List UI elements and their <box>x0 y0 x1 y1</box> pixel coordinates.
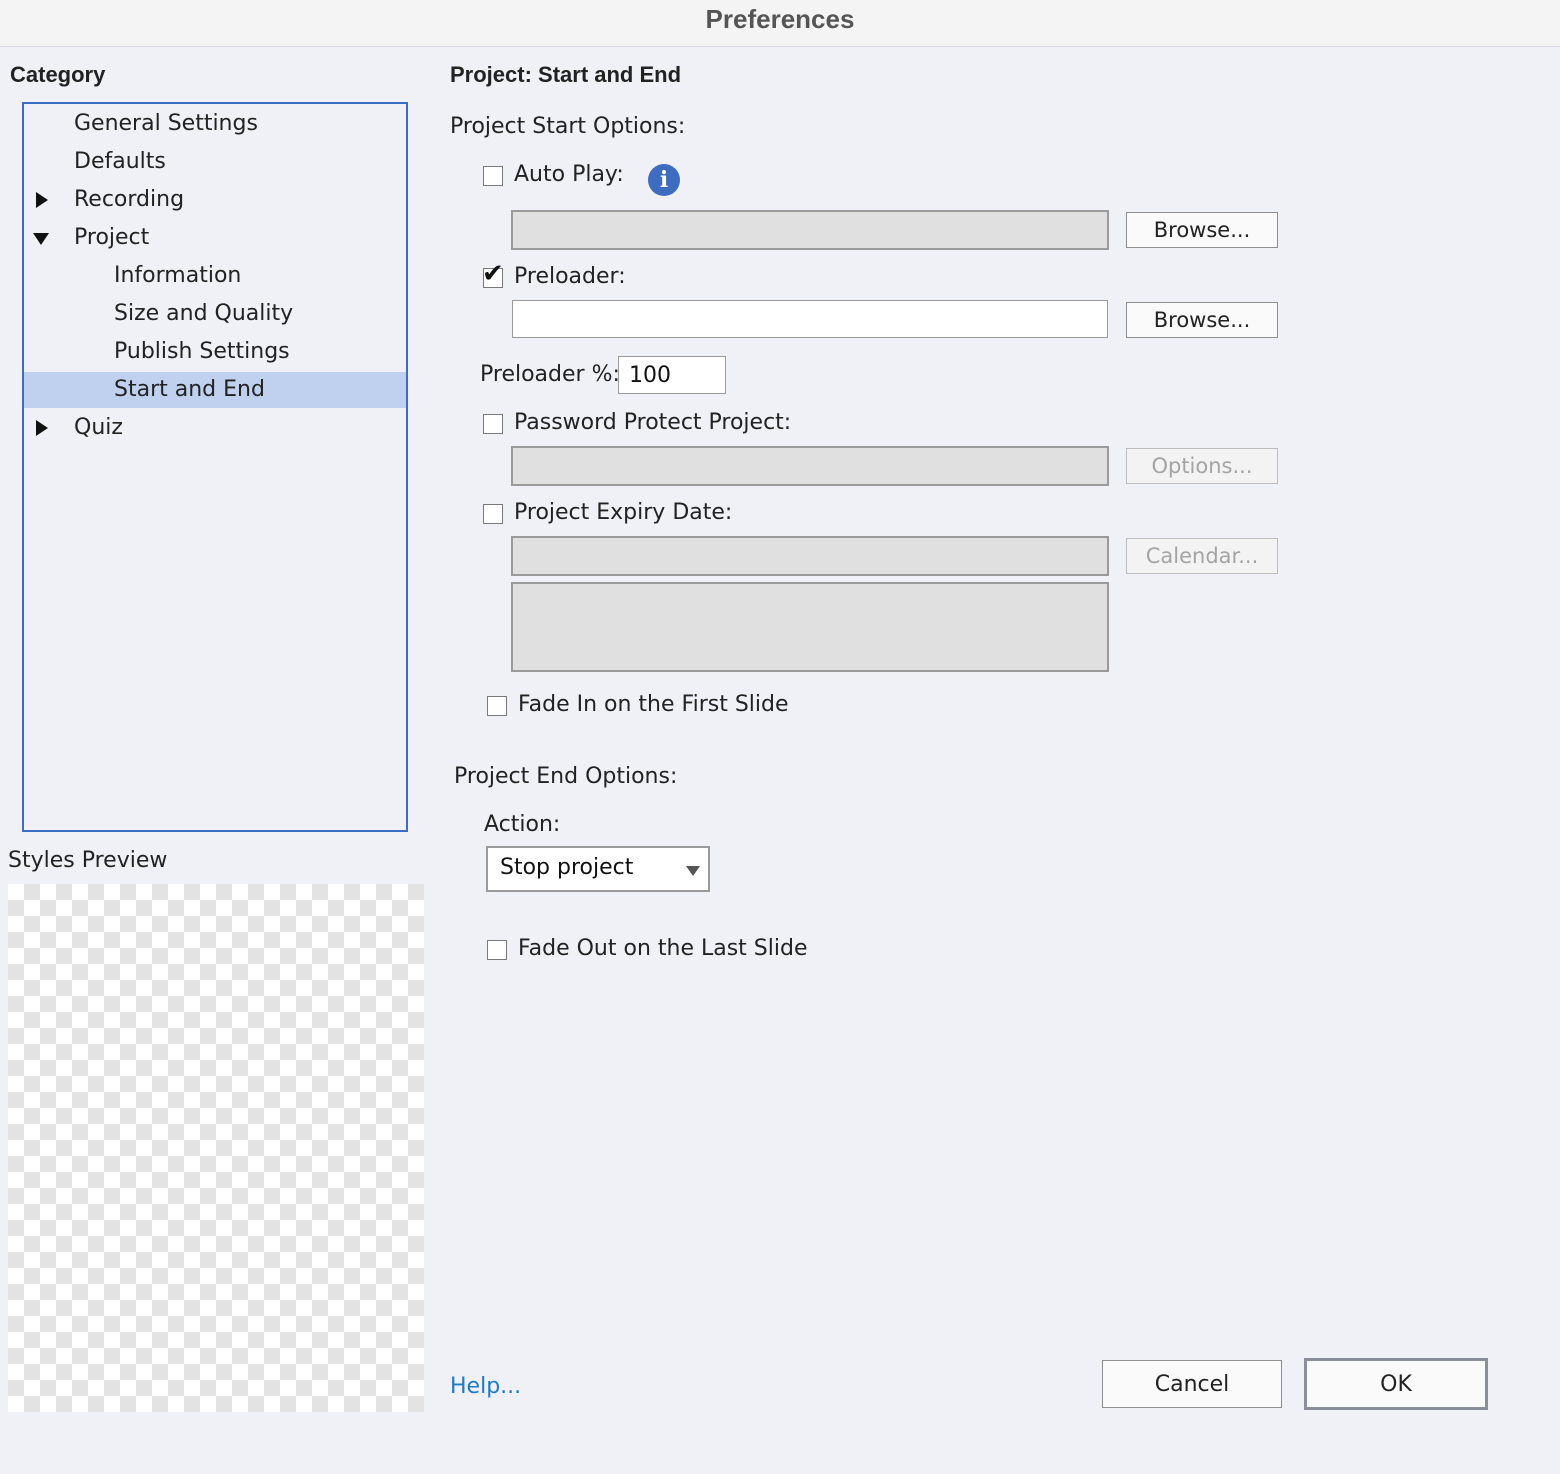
tree-item-label: Defaults <box>74 149 166 174</box>
styles-preview-canvas <box>8 884 424 1412</box>
preloader-path-input[interactable] <box>513 301 1107 337</box>
tree-item-information[interactable]: Information <box>24 258 406 294</box>
tree-item-label: Information <box>114 263 242 288</box>
help-link[interactable]: Help... <box>450 1374 521 1399</box>
preloader-percent-field[interactable] <box>618 356 726 394</box>
preloader-label: Preloader: <box>514 264 626 289</box>
expiry-date-input <box>513 538 1107 574</box>
password-protect-label: Password Protect Project: <box>514 410 792 435</box>
auto-play-checkbox[interactable] <box>483 166 503 186</box>
checkmark-icon: ✔ <box>482 259 504 289</box>
styles-preview-heading: Styles Preview <box>8 848 168 873</box>
action-select[interactable]: Stop project <box>486 846 710 892</box>
password-protect-checkbox[interactable] <box>483 414 503 434</box>
start-options-heading: Project Start Options: <box>450 114 686 139</box>
tree-item-label: Publish Settings <box>114 339 290 364</box>
expiry-date-label: Project Expiry Date: <box>514 500 733 525</box>
end-options-heading: Project End Options: <box>454 764 678 789</box>
triangle-right-icon[interactable] <box>36 420 48 436</box>
auto-play-path-input <box>513 212 1107 248</box>
expiry-message-area <box>511 582 1109 672</box>
preloader-percent-label: Preloader %: <box>480 362 620 387</box>
title-bar: Preferences <box>0 0 1560 47</box>
expiry-calendar-button: Calendar... <box>1126 538 1278 574</box>
password-options-button: Options... <box>1126 448 1278 484</box>
tree-item-label: Size and Quality <box>114 301 294 326</box>
tree-item-size-and-quality[interactable]: Size and Quality <box>24 296 406 332</box>
password-field <box>511 446 1109 486</box>
window-title: Preferences <box>705 4 855 34</box>
tree-item-general-settings[interactable]: General Settings <box>24 106 406 142</box>
tree-item-label: Project <box>74 225 150 250</box>
category-tree[interactable]: General Settings Defaults Recording Proj… <box>22 102 408 832</box>
tree-item-label: Start and End <box>114 377 265 402</box>
tree-item-label: General Settings <box>74 111 258 136</box>
triangle-right-icon[interactable] <box>36 192 48 208</box>
fade-out-label: Fade Out on the Last Slide <box>518 936 808 961</box>
fade-in-label: Fade In on the First Slide <box>518 692 789 717</box>
expiry-date-field <box>511 536 1109 576</box>
action-select-value: Stop project <box>500 855 634 880</box>
tree-item-project[interactable]: Project <box>24 220 406 256</box>
ok-button[interactable]: OK <box>1304 1358 1488 1410</box>
tree-item-label: Recording <box>74 187 185 212</box>
preloader-browse-button[interactable]: Browse... <box>1126 302 1278 338</box>
auto-play-browse-button[interactable]: Browse... <box>1126 212 1278 248</box>
category-heading: Category <box>10 62 106 87</box>
info-icon[interactable]: i <box>648 164 680 196</box>
password-input <box>513 448 1107 484</box>
cancel-button[interactable]: Cancel <box>1102 1360 1282 1408</box>
chevron-down-icon <box>686 866 700 876</box>
expiry-date-checkbox[interactable] <box>483 504 503 524</box>
auto-play-path-field <box>511 210 1109 250</box>
tree-item-recording[interactable]: Recording <box>24 182 406 218</box>
preloader-percent-input[interactable] <box>619 357 725 393</box>
action-label: Action: <box>484 812 561 837</box>
fade-out-checkbox[interactable] <box>487 940 507 960</box>
tree-item-start-and-end[interactable]: Start and End <box>24 372 406 408</box>
preloader-checkbox[interactable]: ✔ <box>482 261 504 288</box>
tree-item-quiz[interactable]: Quiz <box>24 410 406 446</box>
auto-play-label: Auto Play: <box>514 162 624 187</box>
tree-item-defaults[interactable]: Defaults <box>24 144 406 180</box>
panel-title: Project: Start and End <box>450 62 682 87</box>
preloader-path-field[interactable] <box>512 300 1108 338</box>
triangle-down-icon[interactable] <box>33 233 49 245</box>
fade-in-checkbox[interactable] <box>487 696 507 716</box>
tree-item-publish-settings[interactable]: Publish Settings <box>24 334 406 370</box>
tree-item-label: Quiz <box>74 415 123 440</box>
